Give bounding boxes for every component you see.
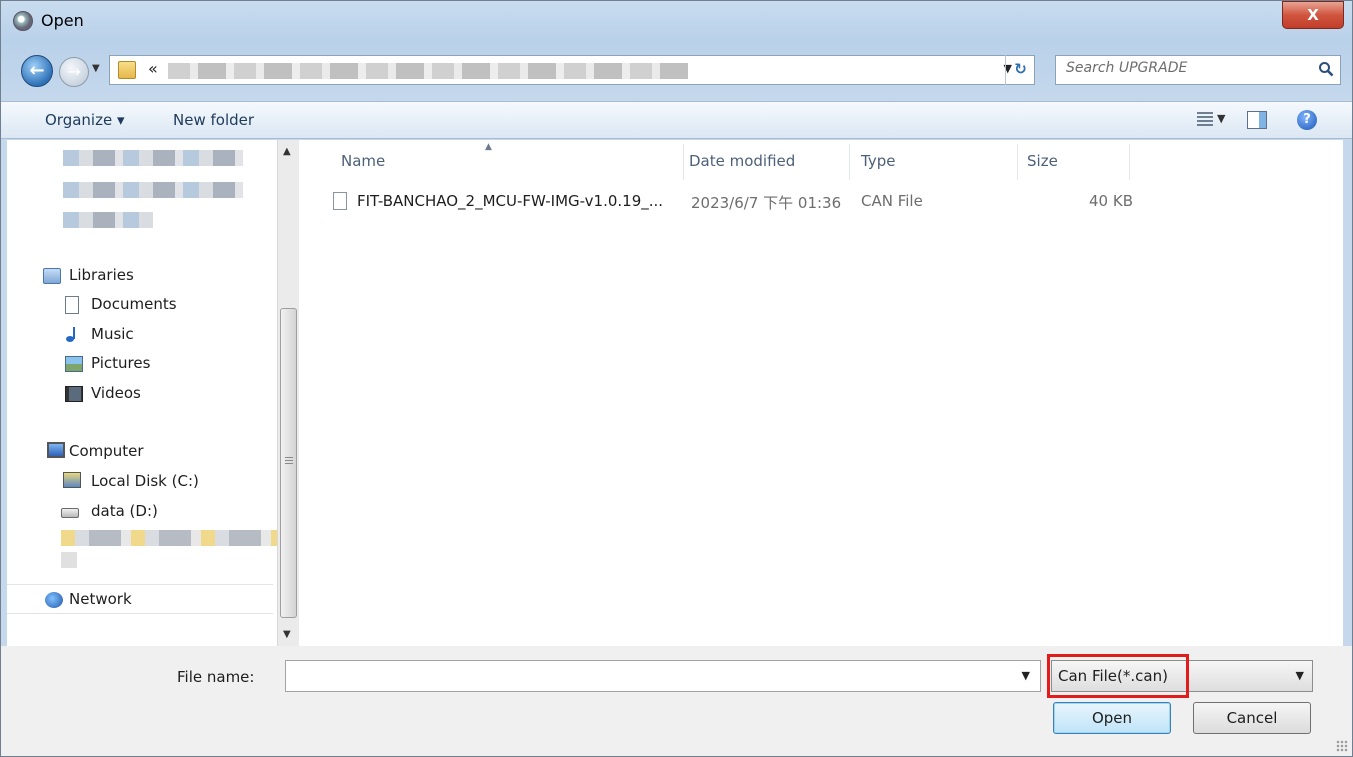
filter-dropdown-icon[interactable]: ▼ bbox=[1296, 669, 1304, 682]
back-button[interactable]: ← bbox=[21, 55, 53, 87]
preview-pane-icon[interactable] bbox=[1247, 111, 1267, 129]
blurred-drive-item-icon bbox=[61, 552, 77, 568]
open-dialog: Open X ← → ▼ « ▼ ↻ Organize ▾ New folder… bbox=[0, 0, 1353, 757]
nav-item-libraries[interactable]: Libraries bbox=[69, 266, 134, 284]
forward-button[interactable]: → bbox=[59, 57, 89, 87]
dialog-title: Open bbox=[41, 11, 84, 30]
file-name-label: File name: bbox=[177, 668, 255, 686]
scroll-up-arrow-icon[interactable]: ▲ bbox=[283, 146, 291, 157]
forward-arrow-icon: → bbox=[67, 62, 81, 81]
file-name-input[interactable] bbox=[290, 665, 990, 683]
nav-item-data-drive[interactable]: data (D:) bbox=[91, 502, 158, 520]
scroll-thumb[interactable] bbox=[280, 308, 297, 618]
blurred-favorite-item[interactable] bbox=[63, 182, 243, 198]
column-header-date-modified[interactable]: Date modified bbox=[689, 152, 795, 170]
column-divider[interactable] bbox=[1129, 144, 1130, 180]
folder-icon bbox=[118, 61, 136, 79]
resize-grip-icon[interactable] bbox=[1336, 740, 1348, 752]
nav-item-documents[interactable]: Documents bbox=[91, 295, 177, 313]
file-type-filter-value: Can File(*.can) bbox=[1058, 667, 1168, 685]
table-row[interactable]: FIT-BANCHAO_2_MCU-FW-IMG-v1.0.19_... 202… bbox=[325, 188, 1145, 214]
file-name-cell: FIT-BANCHAO_2_MCU-FW-IMG-v1.0.19_... bbox=[357, 192, 664, 210]
search-input[interactable] bbox=[1066, 60, 1296, 76]
organize-button[interactable]: Organize ▾ bbox=[45, 111, 125, 129]
column-header-size[interactable]: Size bbox=[1027, 152, 1058, 170]
nav-scrollbar[interactable]: ▲ ▼ bbox=[277, 140, 299, 646]
cancel-button[interactable]: Cancel bbox=[1193, 702, 1311, 734]
nav-item-pictures[interactable]: Pictures bbox=[91, 354, 150, 372]
file-name-combobox[interactable]: ▼ bbox=[285, 660, 1041, 692]
address-row: ← → ▼ « ▼ ↻ bbox=[1, 53, 1352, 93]
videos-icon bbox=[65, 386, 83, 402]
local-disk-icon bbox=[63, 472, 81, 488]
documents-icon bbox=[65, 296, 79, 314]
file-list: ▲ Name Date modified Type Size FIT-BANCH… bbox=[303, 140, 1343, 646]
blurred-drive-item[interactable] bbox=[61, 530, 283, 546]
breadcrumb-overflow[interactable]: « bbox=[148, 59, 158, 78]
computer-icon bbox=[47, 442, 65, 458]
breadcrumb-path-blurred bbox=[168, 63, 688, 79]
nav-item-music[interactable]: Music bbox=[91, 325, 134, 343]
network-icon bbox=[45, 592, 63, 608]
drive-icon bbox=[61, 508, 79, 518]
column-header-type[interactable]: Type bbox=[861, 152, 895, 170]
address-bar[interactable]: « ▼ bbox=[109, 55, 1035, 85]
file-icon bbox=[333, 192, 347, 210]
nav-item-network[interactable]: Network bbox=[69, 590, 132, 608]
file-name-dropdown-icon[interactable]: ▼ bbox=[1022, 669, 1030, 682]
views-icon[interactable] bbox=[1197, 112, 1213, 126]
blurred-favorite-item[interactable] bbox=[63, 150, 243, 166]
dialog-icon bbox=[13, 11, 33, 31]
music-icon bbox=[66, 327, 75, 342]
nav-item-computer[interactable]: Computer bbox=[69, 442, 144, 460]
search-icon[interactable] bbox=[1318, 61, 1334, 77]
column-divider[interactable] bbox=[849, 144, 850, 180]
nav-item-local-disk[interactable]: Local Disk (C:) bbox=[91, 472, 199, 490]
navigation-pane: Libraries Documents Music Pictures Video… bbox=[7, 140, 303, 646]
refresh-icon: ↻ bbox=[1014, 60, 1027, 78]
close-button[interactable]: X bbox=[1282, 1, 1344, 29]
network-row[interactable]: Network bbox=[7, 584, 273, 614]
column-header-name[interactable]: Name bbox=[341, 152, 385, 170]
open-button[interactable]: Open bbox=[1053, 702, 1171, 734]
file-type-filter-select[interactable]: Can File(*.can) ▼ bbox=[1051, 660, 1313, 692]
title-bar: Open X bbox=[1, 1, 1352, 47]
column-divider[interactable] bbox=[1017, 144, 1018, 180]
column-divider[interactable] bbox=[683, 144, 684, 180]
views-dropdown-icon[interactable]: ▼ bbox=[1217, 112, 1225, 125]
pictures-icon bbox=[65, 356, 83, 372]
command-bar: Organize ▾ New folder ▼ ? bbox=[1, 101, 1352, 139]
file-type-cell: CAN File bbox=[861, 192, 923, 210]
bottom-panel: File name: ▼ Can File(*.can) ▼ Open Canc… bbox=[1, 646, 1352, 756]
scroll-grip-icon bbox=[285, 457, 293, 465]
scroll-down-arrow-icon[interactable]: ▼ bbox=[283, 629, 291, 640]
libraries-icon bbox=[43, 268, 61, 284]
new-folder-button[interactable]: New folder bbox=[173, 111, 254, 129]
help-icon[interactable]: ? bbox=[1297, 110, 1317, 130]
blurred-favorite-item[interactable] bbox=[63, 212, 153, 228]
recent-locations-dropdown[interactable]: ▼ bbox=[92, 63, 100, 74]
sort-ascending-icon: ▲ bbox=[485, 142, 492, 152]
refresh-button[interactable]: ↻ bbox=[1005, 55, 1035, 85]
nav-item-videos[interactable]: Videos bbox=[91, 384, 141, 402]
back-arrow-icon: ← bbox=[29, 60, 45, 81]
file-date-cell: 2023/6/7 下午 01:36 bbox=[691, 194, 842, 212]
file-size-cell: 40 KB bbox=[1089, 192, 1133, 210]
search-box[interactable] bbox=[1055, 55, 1341, 85]
